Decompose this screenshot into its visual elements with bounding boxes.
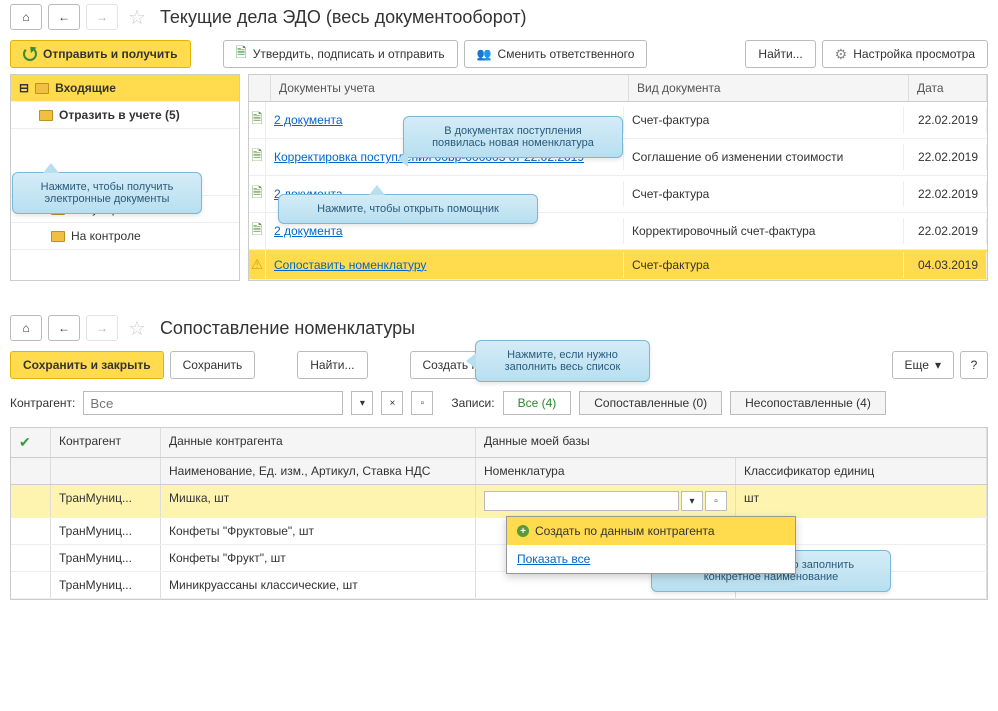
page-title: Сопоставление номенклатуры <box>160 318 415 339</box>
col-data-mine: Данные моей базы <box>476 428 987 457</box>
send-receive-button[interactable]: Отправить и получить <box>10 40 191 68</box>
doc-icon: 🗎 <box>249 102 266 138</box>
check-icon: ✔ <box>19 434 31 450</box>
doc-icon: 🗎 <box>249 176 266 212</box>
col-nom: Номенклатура <box>476 458 736 484</box>
folder-icon <box>35 83 49 94</box>
contragent-input[interactable] <box>83 391 343 415</box>
tooltip-receive-docs: Нажмите, чтобы получить электронные доку… <box>12 172 202 214</box>
dropdown-button[interactable]: ▾ <box>351 391 373 415</box>
more-button[interactable]: Еще ▾ <box>892 351 954 379</box>
tree-incoming[interactable]: ⊟ Входящие <box>11 75 239 102</box>
dropdown-button[interactable]: ▾ <box>681 491 703 511</box>
col-date: Дата <box>909 75 987 101</box>
doc-link[interactable]: 2 документа <box>274 224 343 238</box>
star-icon[interactable]: ☆ <box>128 316 146 341</box>
home-button[interactable]: ⌂ <box>10 4 42 30</box>
grid-row-highlighted[interactable]: ТранМуниц... Мишка, шт ▾ ▫ шт <box>11 485 987 518</box>
tab-matched[interactable]: Сопоставленные (0) <box>579 391 722 415</box>
clear-button[interactable]: × <box>381 391 403 415</box>
tree-reflect[interactable]: Отразить в учете (5) <box>11 102 239 129</box>
help-button[interactable]: ? <box>960 351 988 379</box>
save-close-button[interactable]: Сохранить и закрыть <box>10 351 164 379</box>
col-classifier: Классификатор единиц <box>736 458 987 484</box>
chevron-down-icon: ▾ <box>935 358 941 372</box>
grid-row[interactable]: ТранМуниц... Конфеты "Фруктовые", шт <box>11 518 987 545</box>
nomenclature-dropdown: + Создать по данным контрагента Показать… <box>506 516 796 574</box>
label-contragent: Контрагент: <box>10 396 75 410</box>
people-icon: 👥 <box>477 47 492 61</box>
tooltip-open-helper: Нажмите, чтобы открыть помощник <box>278 194 538 224</box>
find-button[interactable]: Найти... <box>297 351 367 379</box>
minus-icon: ⊟ <box>19 81 29 95</box>
match-nomen-link[interactable]: Сопоставить номенклатуру <box>274 258 426 272</box>
col-docs: Документы учета <box>271 75 629 101</box>
col-type: Вид документа <box>629 75 909 101</box>
page-title: Текущие дела ЭДО (весь документооборот) <box>160 7 527 28</box>
find-button[interactable]: Найти... <box>745 40 815 68</box>
gear-icon: ⚙ <box>835 46 848 63</box>
nomenclature-grid: ✔ Контрагент Данные контрагента Данные м… <box>10 427 988 600</box>
star-icon[interactable]: ☆ <box>128 5 146 30</box>
refresh-icon <box>23 47 37 61</box>
col-data-contr: Данные контрагента <box>161 428 476 457</box>
save-button[interactable]: Сохранить <box>170 351 256 379</box>
approve-button[interactable]: 🗎 Утвердить, подписать и отправить <box>223 40 458 68</box>
approve-icon: 🗎 <box>236 42 247 66</box>
tab-all[interactable]: Все (4) <box>503 391 572 415</box>
col-contragent: Контрагент <box>51 428 161 457</box>
forward-button[interactable]: → <box>86 4 118 30</box>
back-button[interactable]: ← <box>48 315 80 341</box>
back-button[interactable]: ← <box>48 4 80 30</box>
doc-icon: 🗎 <box>249 213 266 249</box>
doc-link[interactable]: 2 документа <box>274 113 343 127</box>
open-button[interactable]: ▫ <box>411 391 433 415</box>
warning-icon: ⚠ <box>249 250 266 279</box>
view-settings-button[interactable]: ⚙ Настройка просмотра <box>822 40 988 68</box>
label-records: Записи: <box>451 396 494 410</box>
forward-button[interactable]: → <box>86 315 118 341</box>
tooltip-fill-all: Нажмите, если нужно заполнить весь списо… <box>475 340 650 382</box>
tab-unmatched[interactable]: Несопоставленные (4) <box>730 391 886 415</box>
nomenclature-input[interactable] <box>484 491 679 511</box>
grid-row-highlighted[interactable]: ⚠ Сопоставить номенклатуру Счет-фактура … <box>249 250 987 280</box>
folder-icon <box>51 231 65 242</box>
plus-icon: + <box>517 525 529 537</box>
documents-grid: Документы учета Вид документа Дата 🗎 2 д… <box>248 74 988 281</box>
dd-create-by-contr[interactable]: + Создать по данным контрагента <box>507 517 795 545</box>
home-button[interactable]: ⌂ <box>10 315 42 341</box>
open-button[interactable]: ▫ <box>705 491 727 511</box>
dd-show-all[interactable]: Показать все <box>507 545 795 573</box>
tooltip-new-nomen: В документах поступления появилась новая… <box>403 116 623 158</box>
doc-icon: 🗎 <box>249 139 266 175</box>
change-responsible-button[interactable]: 👥 Сменить ответственного <box>464 40 648 68</box>
folder-icon <box>39 110 53 121</box>
col-name: Наименование, Ед. изм., Артикул, Ставка … <box>161 458 476 484</box>
tree-control[interactable]: На контроле <box>11 223 239 250</box>
